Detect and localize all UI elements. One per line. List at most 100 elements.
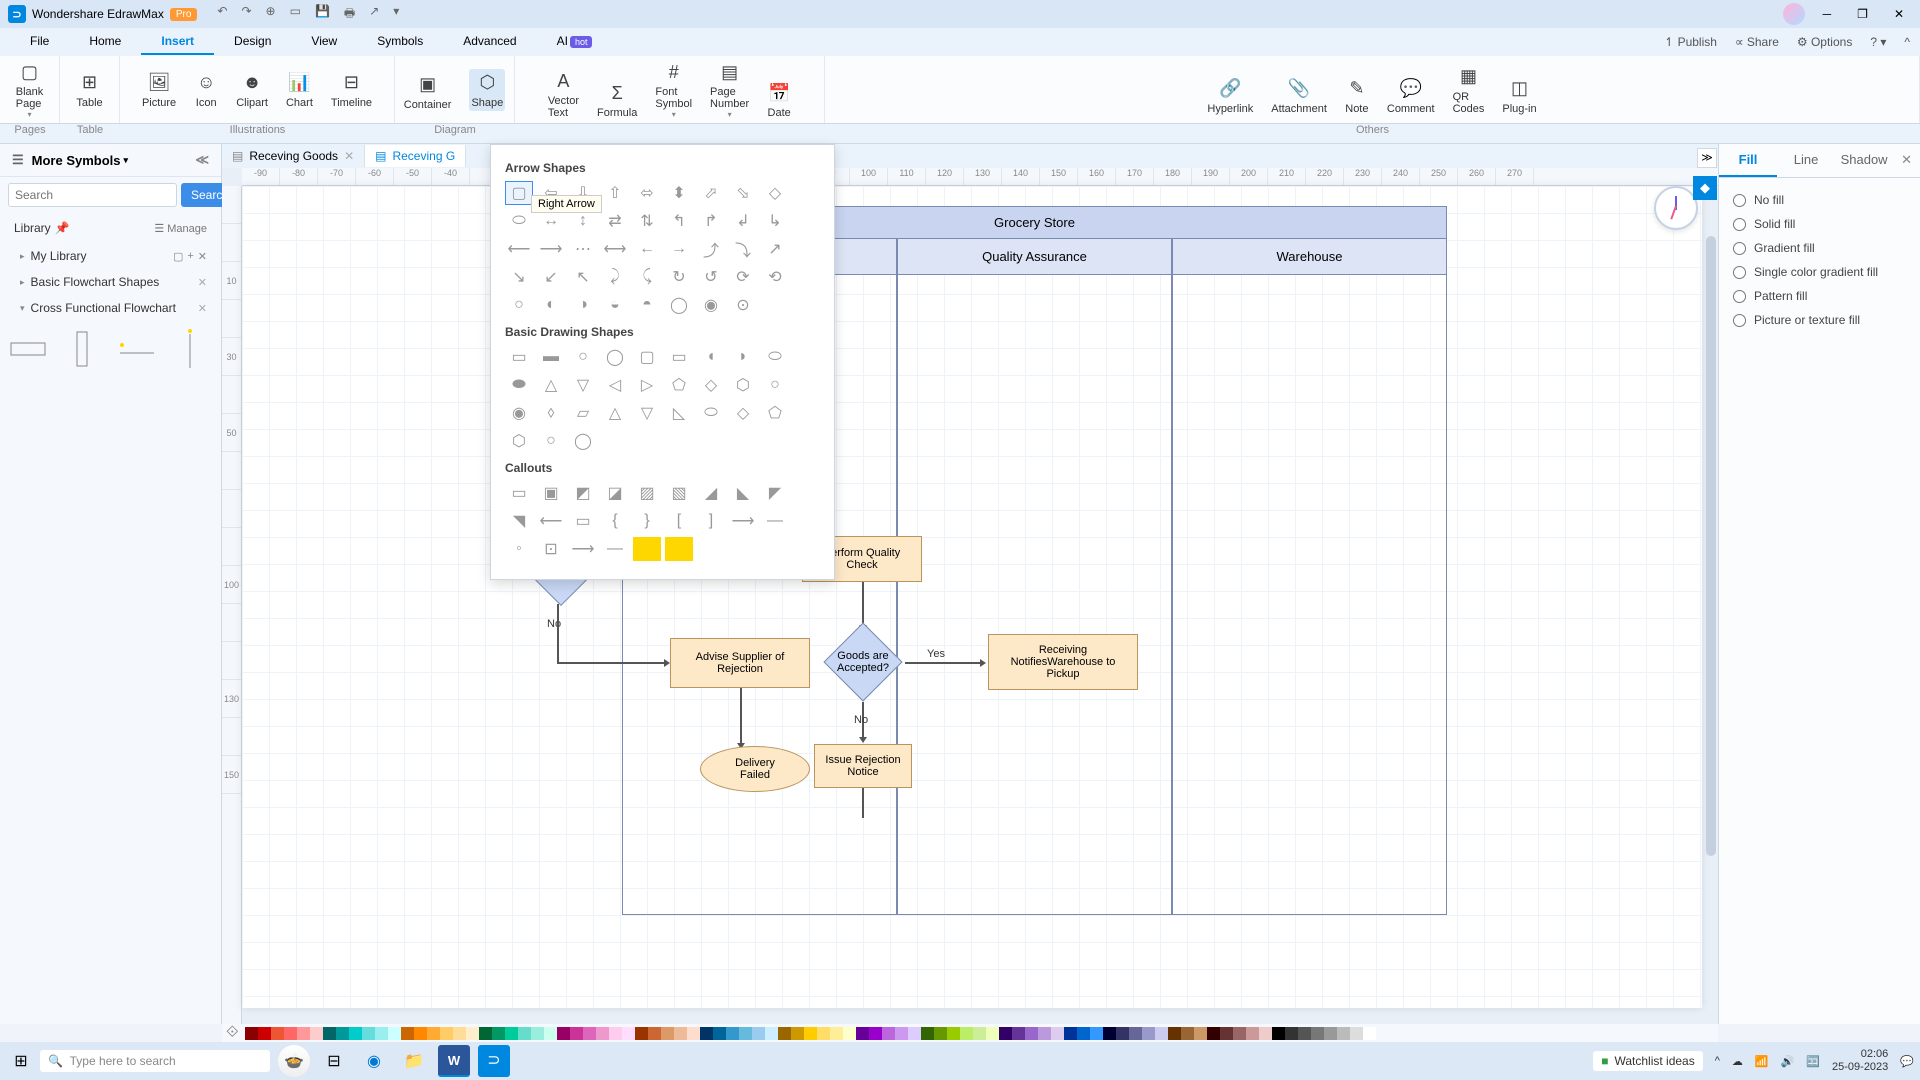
container-button[interactable]: ▣Container (404, 73, 452, 111)
arrow-shape-14[interactable]: ↰ (665, 209, 693, 233)
color-swatch-67[interactable] (1116, 1027, 1129, 1040)
color-swatch-24[interactable] (557, 1027, 570, 1040)
color-swatch-72[interactable] (1181, 1027, 1194, 1040)
color-swatch-73[interactable] (1194, 1027, 1207, 1040)
lane-quality[interactable] (897, 275, 1172, 915)
callout-shape-23[interactable]: ▬ (665, 537, 693, 561)
color-swatch-56[interactable] (973, 1027, 986, 1040)
collapse-sidebar-icon[interactable]: ≪ (195, 152, 209, 168)
color-swatch-85[interactable] (1350, 1027, 1363, 1040)
color-swatch-79[interactable] (1272, 1027, 1285, 1040)
color-swatch-74[interactable] (1207, 1027, 1220, 1040)
color-swatch-37[interactable] (726, 1027, 739, 1040)
maximize-button[interactable]: ❐ (1849, 3, 1876, 25)
color-swatch-75[interactable] (1220, 1027, 1233, 1040)
menu-file[interactable]: File (10, 29, 69, 55)
color-swatch-80[interactable] (1285, 1027, 1298, 1040)
taskbar-edge[interactable]: ◉ (358, 1045, 390, 1077)
basic-shape-10[interactable]: △ (537, 373, 565, 397)
basic-shape-28[interactable]: ○ (537, 429, 565, 453)
menu-view[interactable]: View (291, 29, 357, 55)
color-swatch-31[interactable] (648, 1027, 661, 1040)
color-swatch-60[interactable] (1025, 1027, 1038, 1040)
connector-qc-down[interactable] (862, 582, 864, 626)
color-swatch-69[interactable] (1142, 1027, 1155, 1040)
color-swatch-40[interactable] (765, 1027, 778, 1040)
tab-shadow[interactable]: Shadow (1835, 144, 1893, 177)
color-swatch-54[interactable] (947, 1027, 960, 1040)
arrow-shape-16[interactable]: ↲ (729, 209, 757, 233)
basic-shape-20[interactable]: ▱ (569, 401, 597, 425)
color-swatch-57[interactable] (986, 1027, 999, 1040)
arrow-shape-8[interactable]: ◇ (761, 181, 789, 205)
basic-shape-29[interactable]: ◯ (569, 429, 597, 453)
fill-bucket-icon[interactable]: ◆ (1693, 176, 1717, 200)
color-swatch-43[interactable] (804, 1027, 817, 1040)
color-swatch-63[interactable] (1064, 1027, 1077, 1040)
taskbar-app-1[interactable]: 🍲 (278, 1045, 310, 1077)
redo-icon[interactable]: ↷ (241, 4, 251, 25)
lane-header-quality[interactable]: Quality Assurance (897, 239, 1172, 275)
arrow-shape-17[interactable]: ↳ (761, 209, 789, 233)
tray-wifi-icon[interactable]: 📶 (1755, 1055, 1769, 1068)
callout-shape-13[interactable]: } (633, 509, 661, 533)
arrow-shape-12[interactable]: ⇄ (601, 209, 629, 233)
taskbar-search[interactable]: 🔍 Type here to search (40, 1050, 270, 1072)
arrow-shape-34[interactable]: ⟳ (729, 265, 757, 289)
arrow-shape-26[interactable]: ↗ (761, 237, 789, 261)
arrow-shape-28[interactable]: ↙ (537, 265, 565, 289)
taskbar-explorer[interactable]: 📁 (398, 1045, 430, 1077)
color-swatch-15[interactable] (440, 1027, 453, 1040)
callout-shape-2[interactable]: ◩ (569, 481, 597, 505)
close-button[interactable]: ✕ (1886, 3, 1912, 25)
shape-preview-vline[interactable] (172, 331, 208, 367)
process-rejection-notice[interactable]: Issue Rejection Notice (814, 744, 912, 788)
hyperlink-button[interactable]: 🔗Hyperlink (1207, 77, 1253, 115)
user-avatar[interactable] (1783, 3, 1805, 25)
save-icon[interactable]: 💾 (315, 4, 330, 25)
color-swatch-66[interactable] (1103, 1027, 1116, 1040)
arrow-shape-0[interactable]: ▢ (505, 181, 533, 205)
callout-shape-9[interactable]: ◥ (505, 509, 533, 533)
color-swatch-9[interactable] (362, 1027, 375, 1040)
basic-shape-0[interactable]: ▭ (505, 345, 533, 369)
color-swatch-83[interactable] (1324, 1027, 1337, 1040)
color-swatch-62[interactable] (1051, 1027, 1064, 1040)
arrow-shape-42[interactable]: ◉ (697, 293, 725, 317)
color-swatch-21[interactable] (518, 1027, 531, 1040)
color-swatch-14[interactable] (427, 1027, 440, 1040)
connector-yes-2[interactable] (905, 662, 981, 664)
menu-home[interactable]: Home (69, 29, 141, 55)
callout-shape-10[interactable]: ⟵ (537, 509, 565, 533)
color-swatch-45[interactable] (830, 1027, 843, 1040)
arrow-shape-36[interactable]: ○ (505, 293, 533, 317)
publish-button[interactable]: ↿ Publish (1664, 35, 1717, 49)
color-swatch-11[interactable] (388, 1027, 401, 1040)
share-button[interactable]: ∝ Share (1735, 35, 1779, 49)
arrow-shape-9[interactable]: ⬭ (505, 209, 533, 233)
tray-onedrive-icon[interactable]: ☁ (1732, 1055, 1743, 1068)
arrow-shape-19[interactable]: ⟶ (537, 237, 565, 261)
lib-basic-flowchart[interactable]: Basic Flowchart Shapes✕ (0, 269, 221, 295)
print-icon[interactable]: 🖶 (344, 4, 355, 25)
arrow-shape-32[interactable]: ↻ (665, 265, 693, 289)
color-swatch-51[interactable] (908, 1027, 921, 1040)
arrow-shape-21[interactable]: ⟷ (601, 237, 629, 261)
page-number-button[interactable]: ▤Page Number▾ (710, 60, 749, 119)
arrow-shape-25[interactable]: ⤵ (729, 237, 757, 261)
terminator-delivery-failed[interactable]: Delivery Failed (700, 746, 810, 792)
color-swatch-55[interactable] (960, 1027, 973, 1040)
arrow-shape-7[interactable]: ⬂ (729, 181, 757, 205)
tray-volume-icon[interactable]: 🔊 (1781, 1055, 1795, 1068)
drawing-canvas[interactable]: Grocery Store Purchasing Quality Assuran… (242, 186, 1702, 1008)
new-icon[interactable]: ⊕ (266, 4, 276, 25)
minimize-button[interactable]: ─ (1815, 3, 1840, 25)
fill-option-3[interactable]: Single color gradient fill (1733, 260, 1906, 284)
taskbar-taskview[interactable]: ⊟ (318, 1045, 350, 1077)
lane-warehouse[interactable] (1172, 275, 1447, 915)
color-swatch-86[interactable] (1363, 1027, 1376, 1040)
color-swatch-81[interactable] (1298, 1027, 1311, 1040)
basic-shape-16[interactable]: ⬡ (729, 373, 757, 397)
callout-shape-8[interactable]: ◤ (761, 481, 789, 505)
doc-tab-2[interactable]: ▤Receving G (365, 145, 466, 167)
